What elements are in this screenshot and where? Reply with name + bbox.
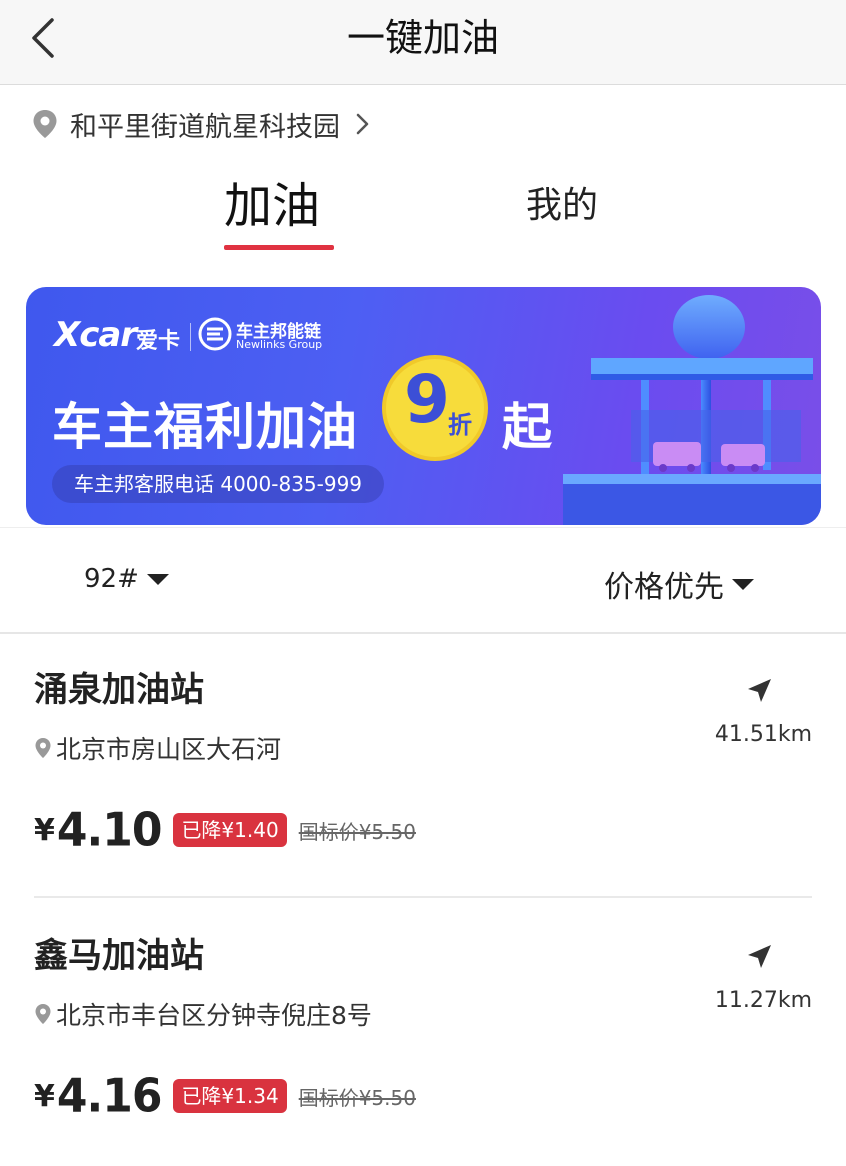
banner-phone: 车主邦客服电话 4000-835-999 (52, 465, 385, 503)
location-pin-icon (33, 110, 57, 138)
price-row: ¥ 4.10 已降¥1.40 国标价¥5.50 (34, 802, 416, 858)
discount-unit: 折 (448, 411, 472, 439)
chevron-right-icon (356, 113, 369, 135)
discount-badge: 已降¥1.40 (173, 813, 287, 847)
filter-bar: 92# 价格优先 (0, 527, 846, 634)
station-card[interactable]: 涌泉加油站 北京市房山区大石河 41.51km ¥ 4.10 已降¥1.40 国… (34, 634, 812, 900)
navigate-arrow-icon[interactable] (744, 676, 774, 706)
discount-number: 9 (404, 361, 450, 438)
currency-symbol: ¥ (34, 1078, 55, 1114)
location-selector[interactable]: 和平里街道航星科技园 (32, 104, 372, 144)
station-distance: 41.51km (714, 722, 812, 747)
original-price: 国标价¥5.50 (298, 1085, 416, 1110)
price-row: ¥ 4.16 已降¥1.34 国标价¥5.50 (34, 1068, 416, 1124)
station-distance: 11.27km (714, 988, 812, 1013)
gas-station-illustration (563, 295, 821, 525)
station-address-text: 北京市房山区大石河 (56, 735, 282, 764)
banner-headline: 车主福利加油 (52, 398, 358, 456)
xcar-logo-cn: 爱卡 (136, 329, 181, 354)
location-text: 和平里街道航星科技园 (70, 111, 340, 143)
station-address-text: 北京市丰台区分钟寺倪庄8号 (56, 1001, 372, 1030)
list-divider (34, 896, 812, 898)
navigate-arrow-icon[interactable] (744, 942, 774, 972)
station-card[interactable]: 鑫马加油站 北京市丰台区分钟寺倪庄8号 11.27km ¥ 4.16 已降¥1.… (34, 900, 812, 1166)
location-pin-icon (35, 1004, 51, 1024)
tab-refuel[interactable]: 加油 (224, 170, 334, 250)
dropdown-caret-icon (146, 573, 169, 585)
xcar-logo: Xcar (54, 315, 137, 355)
tab-refuel-label: 加油 (224, 178, 321, 234)
station-address: 北京市丰台区分钟寺倪庄8号 (34, 996, 372, 1032)
station-price: 4.16 (56, 1069, 163, 1123)
logo-divider (190, 323, 191, 351)
tab-mine-label: 我的 (526, 185, 599, 226)
dropdown-caret-icon (732, 578, 754, 590)
page-title: 一键加油 (346, 16, 499, 60)
newlinks-logo-icon (198, 317, 232, 351)
tab-bar: 加油 我的 (0, 170, 846, 250)
nav-bar: 一键加油 (0, 0, 846, 85)
original-price: 国标价¥5.50 (298, 819, 416, 844)
station-name: 鑫马加油站 (34, 936, 204, 976)
station-name: 涌泉加油站 (34, 670, 204, 710)
fuel-grade-dropdown[interactable]: 92# (84, 564, 169, 594)
fuel-grade-label: 92# (84, 564, 139, 594)
sort-label: 价格优先 (604, 570, 724, 605)
currency-symbol: ¥ (34, 812, 55, 848)
station-price: 4.10 (56, 803, 163, 857)
partner-name-en: Newlinks Group (236, 338, 323, 351)
tab-active-indicator (224, 245, 334, 250)
discount-badge: 9 折 (382, 355, 488, 461)
promo-banner[interactable]: Xcar 爱卡 车主邦能链 Newlinks Group 车主福利加油 9 折 … (26, 287, 821, 525)
tab-mine[interactable]: 我的 (526, 170, 598, 242)
station-address: 北京市房山区大石河 (34, 730, 281, 766)
location-pin-icon (35, 738, 51, 758)
discount-badge: 已降¥1.34 (173, 1079, 287, 1113)
sort-dropdown[interactable]: 价格优先 (604, 562, 754, 606)
